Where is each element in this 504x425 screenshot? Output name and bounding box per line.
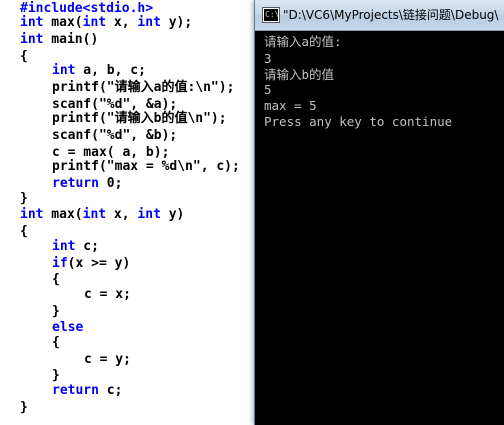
code-token: x, <box>106 207 138 222</box>
console-line: 请输入b的值 <box>264 67 335 82</box>
desktop-screenshot: #include<stdio.h> int max(int x, int y);… <box>0 0 504 425</box>
code-line[interactable]: { <box>20 48 28 66</box>
console-line: 5 <box>264 82 272 97</box>
keyword-token: int <box>137 15 161 30</box>
keyword-token: else <box>52 320 84 335</box>
code-line[interactable]: int max(int x, int y); <box>20 14 192 32</box>
code-token: y) <box>160 207 185 222</box>
code-line[interactable]: int max(int x, int y) <box>20 206 184 224</box>
keyword-token: int <box>82 207 107 222</box>
code-line[interactable]: if(x >= y) <box>52 255 130 273</box>
keyword-token: int <box>52 239 76 254</box>
code-line[interactable]: int c; <box>52 238 99 256</box>
code-line[interactable]: c = y; <box>84 351 131 369</box>
console-titlebar[interactable]: C:\ "D:\VC6\MyProjects\链接问题\Debug\ <box>255 0 504 31</box>
keyword-token: if <box>52 256 68 271</box>
editor-gutter <box>0 0 5 425</box>
console-output[interactable]: 请输入a的值: 3 请输入b的值 5 max = 5 Press any key… <box>255 31 504 425</box>
code-line[interactable]: return 0; <box>52 175 122 193</box>
code-line[interactable]: scanf("%d", &b); <box>52 127 177 145</box>
code-line[interactable]: printf("max = %d\n", c); <box>52 158 240 176</box>
code-line[interactable]: int a, b, c; <box>52 62 146 80</box>
code-token: { <box>20 49 28 64</box>
code-line[interactable]: } <box>20 399 28 417</box>
code-token: c; <box>98 383 123 398</box>
code-token: c = y; <box>84 352 131 367</box>
code-line[interactable]: { <box>52 334 60 352</box>
keyword-token: int <box>20 207 44 222</box>
code-line[interactable]: return c; <box>52 382 122 400</box>
code-token: (x >= y) <box>67 256 131 271</box>
code-token: c = x; <box>84 287 131 302</box>
code-token: } <box>20 191 28 206</box>
console-title: "D:\VC6\MyProjects\链接问题\Debug\ <box>283 8 499 22</box>
code-token: } <box>20 400 28 415</box>
code-token: { <box>20 224 28 239</box>
keyword-token: int <box>82 15 107 30</box>
code-token: printf("请输入a的值:\n"); <box>52 80 235 95</box>
code-token: x, <box>106 15 138 30</box>
keyword-token: int <box>20 32 44 47</box>
code-token: c; <box>75 239 99 254</box>
code-line[interactable]: c = x; <box>84 286 131 304</box>
console-window[interactable]: C:\ "D:\VC6\MyProjects\链接问题\Debug\ 请输入a的… <box>254 0 504 425</box>
code-token: y); <box>160 15 193 30</box>
code-token: max( <box>43 15 83 30</box>
console-app-icon[interactable]: C:\ <box>262 7 280 23</box>
code-line[interactable]: { <box>52 271 60 289</box>
code-token: } <box>52 304 60 319</box>
code-token: printf("max = %d\n", c); <box>52 159 240 174</box>
keyword-token: int <box>20 15 44 30</box>
code-line[interactable]: { <box>20 223 28 241</box>
code-token: scanf("%d", &b); <box>52 128 178 143</box>
code-token: max( <box>43 207 83 222</box>
console-line: 3 <box>264 51 272 66</box>
code-token: main() <box>43 32 99 47</box>
code-token: 0; <box>98 176 123 191</box>
code-line[interactable]: int main() <box>20 31 98 49</box>
keyword-token: return <box>52 176 99 191</box>
code-line[interactable]: printf("请输入b的值\n"); <box>52 110 227 128</box>
keyword-token: return <box>52 383 99 398</box>
keyword-token: int <box>52 63 76 78</box>
console-line: 请输入a的值: <box>264 34 342 49</box>
code-token: } <box>52 368 60 383</box>
code-token: printf("请输入b的值\n"); <box>52 111 227 126</box>
code-token: { <box>52 272 60 287</box>
console-line: max = 5 <box>264 98 317 113</box>
code-token: { <box>52 335 60 350</box>
keyword-token: int <box>137 207 161 222</box>
code-token: a, b, c; <box>75 63 146 78</box>
code-line[interactable]: printf("请输入a的值:\n"); <box>52 79 234 97</box>
console-line: Press any key to continue <box>264 114 453 129</box>
